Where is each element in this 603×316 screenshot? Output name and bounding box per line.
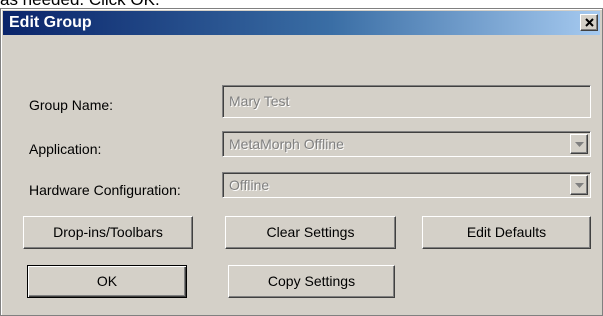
dialog-title: Edit Group	[9, 14, 92, 31]
application-label: Application:	[29, 141, 102, 157]
copy-settings-button[interactable]: Copy Settings	[228, 265, 395, 298]
hardware-config-select[interactable]: Offline	[222, 172, 591, 198]
group-name-value: Mary Test	[229, 93, 290, 109]
application-dropdown-button[interactable]	[570, 134, 588, 154]
hardware-config-value: Offline	[229, 177, 270, 193]
hardware-config-dropdown-button[interactable]	[570, 175, 588, 195]
hardware-config-label: Hardware Configuration:	[29, 182, 181, 198]
close-button[interactable]	[580, 14, 598, 31]
edit-group-dialog: Edit Group Group Name: Mary Test Applica…	[0, 8, 603, 316]
close-icon	[585, 18, 594, 27]
application-value: MetaMorph Offline	[229, 136, 344, 152]
application-select[interactable]: MetaMorph Offline	[222, 131, 591, 157]
edit-defaults-button[interactable]: Edit Defaults	[422, 216, 591, 249]
group-name-input[interactable]: Mary Test	[222, 85, 591, 118]
chevron-down-icon	[575, 183, 584, 188]
ok-button[interactable]: OK	[27, 265, 187, 298]
clear-settings-button[interactable]: Clear Settings	[225, 216, 396, 249]
page: as needed. Click OK. Edit Group Group Na…	[0, 0, 603, 316]
title-bar[interactable]: Edit Group	[3, 11, 600, 35]
dropins-toolbars-button[interactable]: Drop-ins/Toolbars	[23, 216, 193, 249]
group-name-label: Group Name:	[29, 97, 114, 113]
chevron-down-icon	[575, 142, 584, 147]
